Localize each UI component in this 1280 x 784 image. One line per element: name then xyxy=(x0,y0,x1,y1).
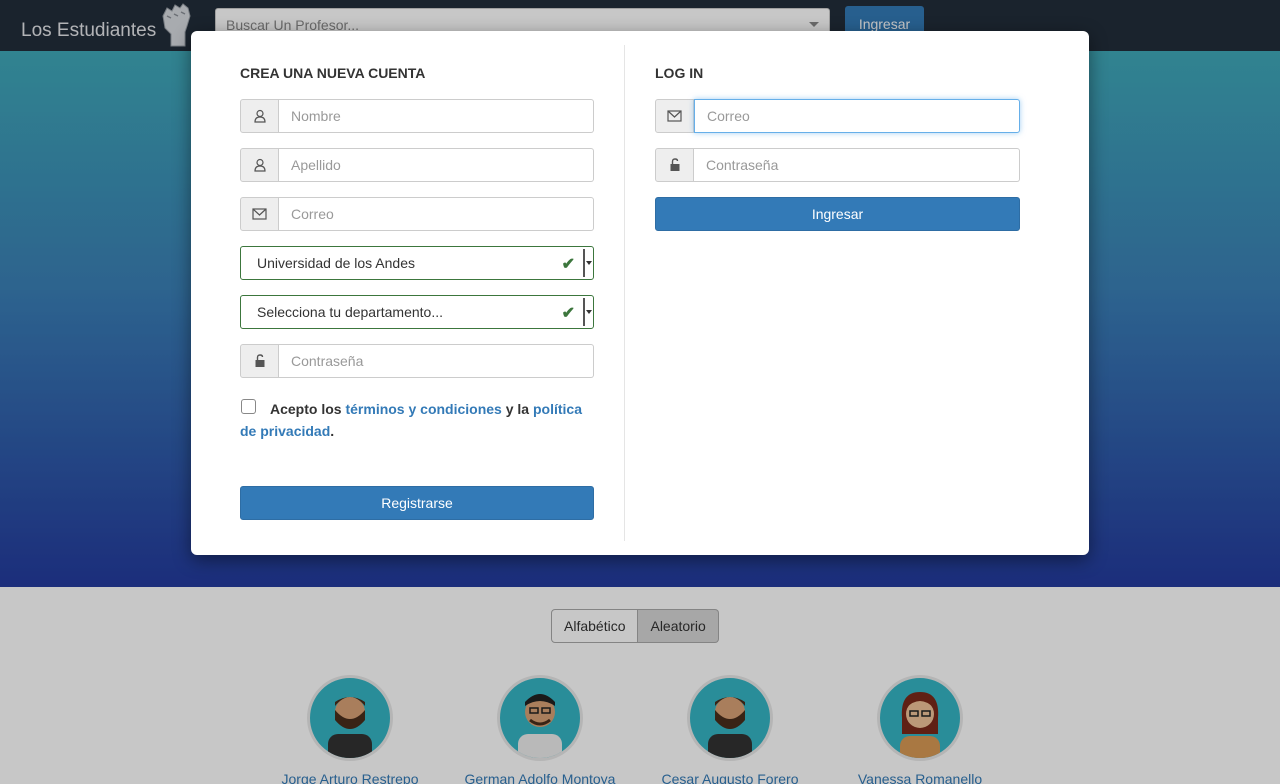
login-password-input[interactable] xyxy=(694,148,1020,182)
unlock-icon xyxy=(655,148,694,182)
envelope-icon xyxy=(655,99,694,133)
user-icon xyxy=(240,148,279,182)
user-icon xyxy=(240,99,279,133)
signup-password-input[interactable] xyxy=(279,344,594,378)
signup-title: CREA UNA NUEVA CUENTA xyxy=(240,65,426,81)
department-select[interactable]: Selecciona tu departamento... ✔ xyxy=(240,295,594,329)
university-select[interactable]: Universidad de los Andes ✔ xyxy=(240,246,594,280)
last-name-group xyxy=(240,148,594,182)
login-email-group xyxy=(655,99,1020,133)
department-value: Selecciona tu departamento... xyxy=(257,304,444,320)
signup-email-group xyxy=(240,197,594,231)
signup-email-input[interactable] xyxy=(279,197,594,231)
column-divider xyxy=(624,45,625,541)
envelope-icon xyxy=(240,197,279,231)
auth-modal: CREA UNA NUEVA CUENTA Universidad de los… xyxy=(191,31,1089,555)
register-button[interactable]: Registrarse xyxy=(240,486,594,520)
terms-prefix: Acepto los xyxy=(270,401,346,417)
login-button[interactable]: Ingresar xyxy=(655,197,1020,231)
terms-text: Acepto los términos y condiciones y la p… xyxy=(240,398,596,442)
signup-password-group xyxy=(240,344,594,378)
login-email-input[interactable] xyxy=(694,99,1020,133)
university-value: Universidad de los Andes xyxy=(257,255,415,271)
terms-link[interactable]: términos y condiciones xyxy=(345,401,501,417)
select-divider xyxy=(583,298,585,326)
select-divider xyxy=(583,249,585,277)
unlock-icon xyxy=(240,344,279,378)
first-name-input[interactable] xyxy=(279,99,594,133)
login-title: LOG IN xyxy=(655,65,704,81)
first-name-group xyxy=(240,99,594,133)
chevron-down-icon xyxy=(586,261,592,265)
terms-suffix: . xyxy=(330,423,335,439)
checkmark-icon: ✔ xyxy=(561,305,575,322)
chevron-down-icon xyxy=(586,310,592,314)
terms-middle: y la xyxy=(501,401,533,417)
last-name-input[interactable] xyxy=(279,148,594,182)
checkmark-icon: ✔ xyxy=(561,256,575,273)
login-password-group xyxy=(655,148,1020,182)
